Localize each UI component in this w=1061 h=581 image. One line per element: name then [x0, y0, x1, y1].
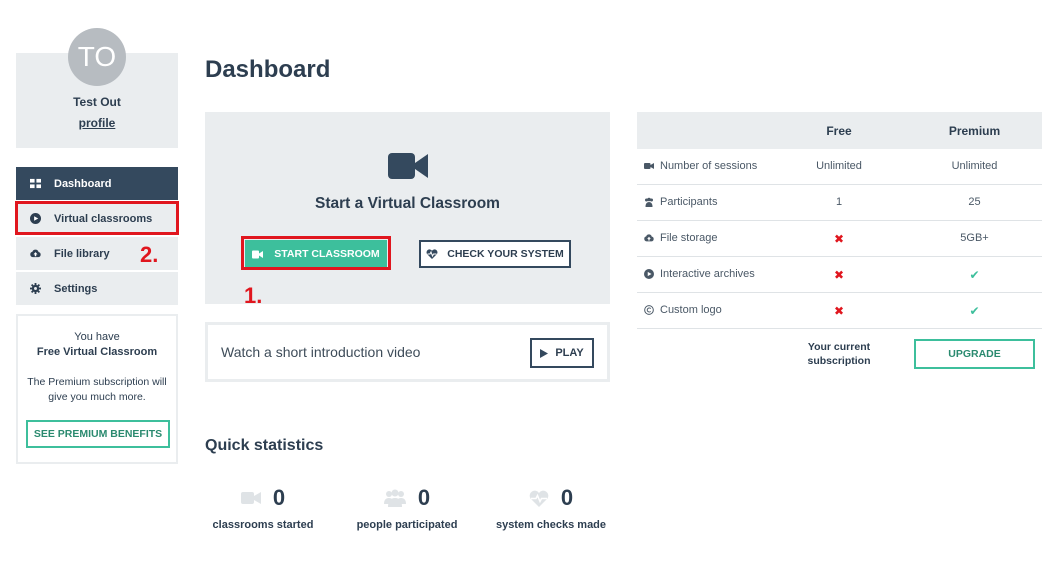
pricing-header-premium: Premium [948, 124, 1001, 138]
check-your-system-label: CHECK YOUR SYSTEM [447, 248, 564, 260]
promo-line1: You have [74, 331, 120, 343]
intro-video-strip: Watch a short introduction video PLAY [205, 322, 610, 382]
premium-promo: You have Free Virtual Classroom The Prem… [16, 314, 178, 464]
pricing-free-value: Unlimited [816, 160, 862, 172]
stat-value: 0 [272, 485, 286, 510]
intro-video-text: Watch a short introduction video [221, 344, 421, 360]
start-classroom-title: Start a Virtual Classroom [315, 195, 500, 212]
stat-label: people participated [356, 519, 458, 531]
pricing-header: Free Premium [637, 112, 1042, 149]
pricing-feature-label: Interactive archives [660, 268, 755, 280]
gear-icon [29, 283, 41, 295]
stat-label: system checks made [495, 519, 607, 531]
heart-pulse-icon [529, 490, 549, 507]
play-icon [540, 348, 549, 358]
pricing-feature-label: File storage [660, 232, 718, 244]
pricing-free-value: ✖ [833, 304, 845, 318]
profile-name: Test Out [73, 95, 121, 109]
start-classroom-button[interactable]: START CLASSROOM [245, 240, 387, 268]
cloud-upload-icon [644, 234, 654, 242]
cloud-upload-icon [29, 248, 41, 260]
play-button[interactable]: PLAY [530, 338, 594, 368]
avatar: TO [68, 28, 126, 86]
video-camera-icon [252, 250, 264, 258]
pricing-row: Custom logo ✖ ✔ [637, 293, 1042, 329]
pricing-feature-label: Participants [660, 196, 718, 208]
sidebar-item-label: File library [54, 247, 110, 260]
sidebar-item-label: Settings [54, 282, 98, 295]
see-premium-benefits-button[interactable]: SEE PREMIUM BENEFITS [26, 420, 170, 448]
video-camera-icon [388, 153, 428, 179]
pricing-row: File storage ✖ 5GB+ [637, 221, 1042, 257]
pricing-row: Number of sessions Unlimited Unlimited [637, 149, 1042, 185]
stat-value: 0 [560, 485, 574, 510]
page-title: Dashboard [205, 56, 331, 83]
check-your-system-button[interactable]: CHECK YOUR SYSTEM [419, 240, 571, 268]
pricing-feature-label: Number of sessions [660, 160, 758, 172]
pricing-header-free: Free [826, 124, 852, 138]
play-circle-icon [29, 213, 41, 225]
heart-pulse-icon [426, 249, 438, 259]
promo-plan-name: Free Virtual Classroom [36, 346, 158, 358]
sidebar-item-label: Virtual classrooms [54, 212, 153, 225]
quick-statistics-title: Quick statistics [205, 437, 324, 454]
users-icon [645, 197, 653, 207]
sidebar-item-virtual-classrooms[interactable]: Virtual classrooms [16, 202, 178, 235]
video-camera-icon [644, 163, 654, 169]
pricing-premium-value: Unlimited [951, 160, 998, 172]
pricing-premium-value: ✔ [969, 268, 980, 282]
sidebar-item-label: Dashboard [54, 177, 112, 190]
step-label-1: 1. [244, 283, 263, 308]
step-label-2: 2. [140, 242, 159, 267]
pricing-free-value: ✖ [833, 268, 845, 282]
pricing-row: Interactive archives ✖ ✔ [637, 257, 1042, 293]
start-classroom-label: START CLASSROOM [274, 248, 380, 260]
stat-classrooms-started: 0 classrooms started [193, 485, 333, 531]
sidebar-item-dashboard[interactable]: Dashboard [16, 167, 178, 200]
play-label: PLAY [555, 347, 584, 359]
pricing-free-value: ✖ [833, 232, 845, 246]
users-icon [383, 489, 406, 507]
grid-icon [29, 178, 41, 190]
stat-system-checks-made: 0 system checks made [481, 485, 621, 531]
pricing-table: Free Premium Number of sessions Unlimite… [637, 112, 1042, 369]
pricing-free-value: 1 [835, 196, 843, 208]
stat-label: classrooms started [212, 519, 314, 531]
current-subscription-label: Your current subscription [807, 341, 871, 367]
video-camera-icon [240, 492, 261, 504]
start-classroom-panel: Start a Virtual Classroom START CLASSROO… [205, 112, 610, 304]
pricing-feature-label: Custom logo [660, 304, 722, 316]
copyright-icon [644, 305, 654, 315]
upgrade-button[interactable]: UPGRADE [914, 339, 1035, 369]
stat-people-participated: 0 people participated [337, 485, 477, 531]
promo-text: The Premium subscription will give you m… [27, 376, 167, 403]
pricing-premium-value: 5GB+ [960, 232, 989, 244]
sidebar-item-settings[interactable]: Settings [16, 272, 178, 305]
play-circle-icon [644, 269, 654, 279]
pricing-row: Participants 1 25 [637, 185, 1042, 221]
pricing-premium-value: ✔ [969, 304, 980, 318]
pricing-premium-value: 25 [968, 196, 981, 208]
profile-link[interactable]: profile [16, 116, 178, 130]
stat-value: 0 [417, 485, 431, 510]
